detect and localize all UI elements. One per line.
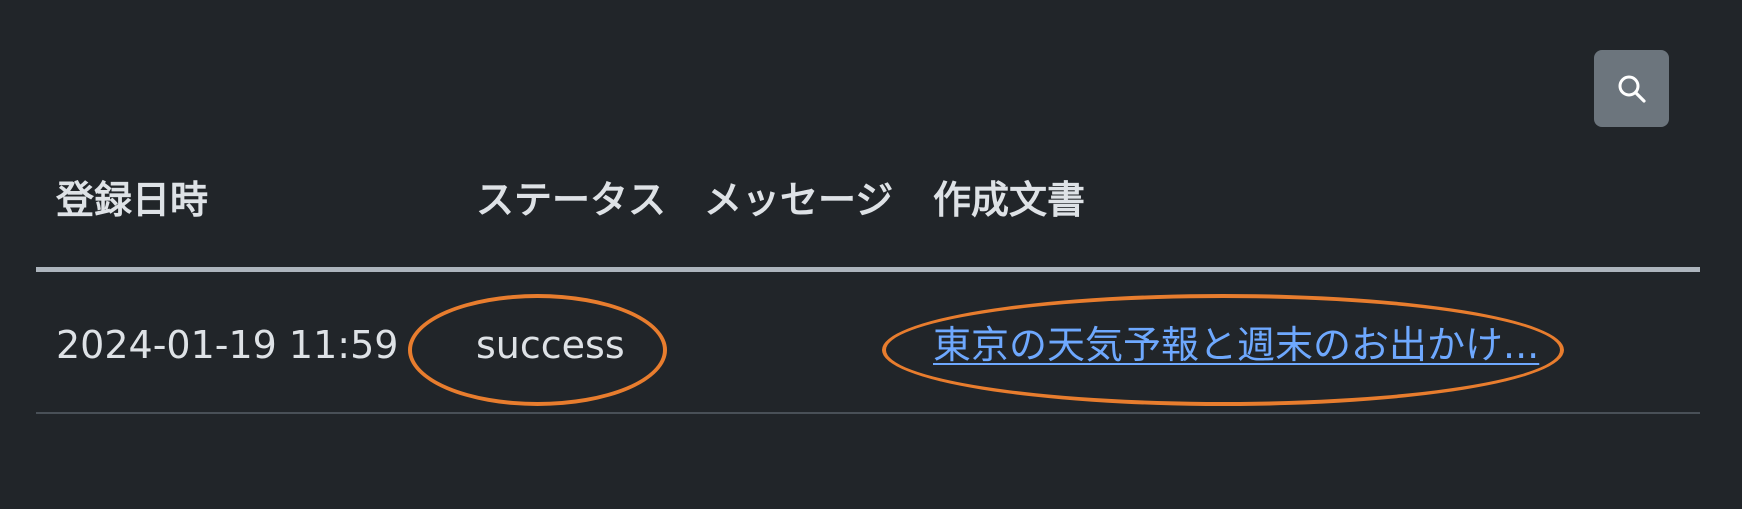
row-status: success: [476, 323, 625, 367]
column-header-document: 作成文書: [933, 178, 1086, 222]
row-date: 2024-01-19 11:59: [56, 323, 399, 367]
search-button[interactable]: [1594, 50, 1669, 127]
row-divider: [36, 412, 1700, 414]
column-header-date: 登録日時: [56, 178, 209, 222]
column-header-message: メッセージ: [704, 178, 894, 222]
header-divider: [36, 267, 1700, 272]
column-header-status: ステータス: [476, 178, 667, 222]
document-link[interactable]: 東京の天気予報と週末のお出かけ...: [933, 318, 1539, 372]
search-icon: [1616, 73, 1648, 105]
